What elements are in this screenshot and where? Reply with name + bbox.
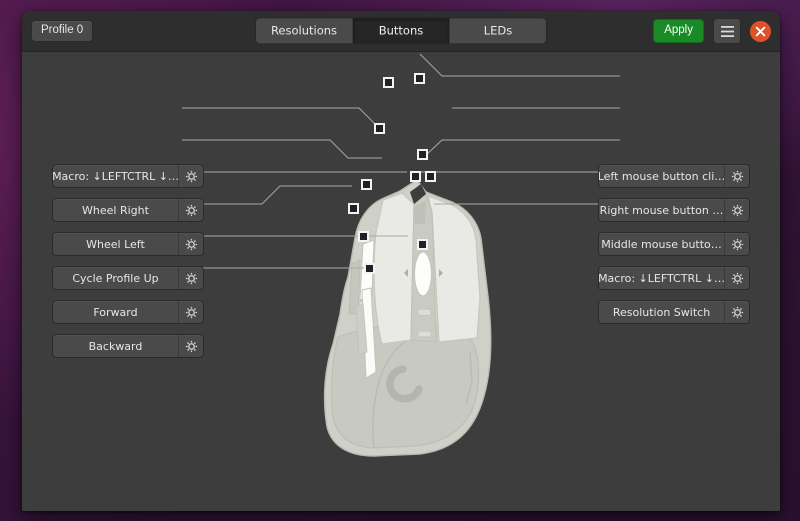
gear-icon bbox=[185, 170, 197, 182]
configure-gear-button[interactable] bbox=[178, 233, 203, 255]
button-action-label: Middle mouse butto… bbox=[601, 237, 722, 251]
button-action-label: Resolution Switch bbox=[612, 305, 711, 319]
button-row-right-2[interactable]: Middle mouse butto… bbox=[598, 232, 750, 256]
button-row-left-4[interactable]: Forward bbox=[52, 300, 204, 324]
button-markers bbox=[348, 73, 436, 274]
configure-gear-button[interactable] bbox=[724, 301, 749, 323]
button-row-right-4[interactable]: Resolution Switch bbox=[598, 300, 750, 324]
button-action-label: Forward bbox=[93, 305, 138, 319]
leader-line-left-1 bbox=[182, 107, 380, 129]
close-window-button[interactable] bbox=[750, 20, 771, 42]
gear-icon bbox=[731, 204, 743, 216]
close-icon bbox=[755, 26, 766, 36]
tab-leds[interactable]: LEDs bbox=[450, 18, 546, 44]
hamburger-menu-icon bbox=[720, 25, 734, 37]
button-row-right-0[interactable]: Left mouse button cli… bbox=[598, 164, 750, 188]
button-action-label: Cycle Profile Up bbox=[72, 271, 159, 285]
configure-gear-button[interactable] bbox=[178, 267, 203, 289]
configure-gear-button[interactable] bbox=[724, 233, 749, 255]
profile-selector-button[interactable]: Profile 0 bbox=[31, 19, 94, 43]
gear-icon bbox=[731, 306, 743, 318]
button-row-left-2[interactable]: Wheel Left bbox=[52, 232, 204, 256]
gear-icon bbox=[731, 272, 743, 284]
configure-gear-button[interactable] bbox=[724, 267, 749, 289]
gear-icon bbox=[731, 170, 743, 182]
gear-icon bbox=[185, 238, 197, 250]
button-action-label: Right mouse button … bbox=[599, 203, 724, 217]
configure-gear-button[interactable] bbox=[178, 335, 203, 357]
button-action-label: Backward bbox=[88, 339, 143, 353]
header-right-group: Apply bbox=[653, 18, 771, 44]
gear-icon bbox=[185, 204, 197, 216]
configure-gear-button[interactable] bbox=[724, 199, 749, 221]
configure-gear-button[interactable] bbox=[178, 301, 203, 323]
button-action-label: Macro: ↓LEFTCTRL ↓… bbox=[599, 271, 724, 285]
button-row-left-3[interactable]: Cycle Profile Up bbox=[52, 266, 204, 290]
button-action-label: Macro: ↓LEFTCTRL ↓… bbox=[53, 169, 178, 183]
view-tab-bar: Resolutions Buttons LEDs bbox=[255, 17, 547, 45]
gear-icon bbox=[185, 340, 197, 352]
configure-gear-button[interactable] bbox=[178, 199, 203, 221]
header-bar: Profile 0 Resolutions Buttons LEDs Apply bbox=[22, 11, 780, 52]
buttons-configuration-panel: Macro: ↓LEFTCTRL ↓… Wheel Right Wheel Le… bbox=[22, 52, 780, 511]
button-row-right-3[interactable]: Macro: ↓LEFTCTRL ↓… bbox=[598, 266, 750, 290]
hamburger-menu-button[interactable] bbox=[713, 18, 741, 44]
gear-icon bbox=[731, 238, 743, 250]
button-row-left-0[interactable]: Macro: ↓LEFTCTRL ↓… bbox=[52, 164, 204, 188]
button-action-label: Wheel Left bbox=[86, 237, 145, 251]
gear-icon bbox=[185, 272, 197, 284]
tab-buttons[interactable]: Buttons bbox=[353, 18, 450, 44]
header-left-group: Profile 0 bbox=[31, 19, 94, 43]
configure-gear-button[interactable] bbox=[724, 165, 749, 187]
button-row-right-1[interactable]: Right mouse button … bbox=[598, 198, 750, 222]
button-row-left-5[interactable]: Backward bbox=[52, 334, 204, 358]
tab-resolutions[interactable]: Resolutions bbox=[256, 18, 353, 44]
application-window: Profile 0 Resolutions Buttons LEDs Apply bbox=[22, 11, 780, 511]
left-button-list: Macro: ↓LEFTCTRL ↓… Wheel Right Wheel Le… bbox=[52, 164, 204, 358]
right-button-list: Left mouse button cli… Right mouse butto… bbox=[598, 164, 750, 324]
button-row-left-1[interactable]: Wheel Right bbox=[52, 198, 204, 222]
apply-button[interactable]: Apply bbox=[653, 18, 704, 44]
gear-icon bbox=[185, 306, 197, 318]
button-action-label: Left mouse button cli… bbox=[599, 169, 724, 183]
button-action-label: Wheel Right bbox=[82, 203, 149, 217]
configure-gear-button[interactable] bbox=[178, 165, 203, 187]
